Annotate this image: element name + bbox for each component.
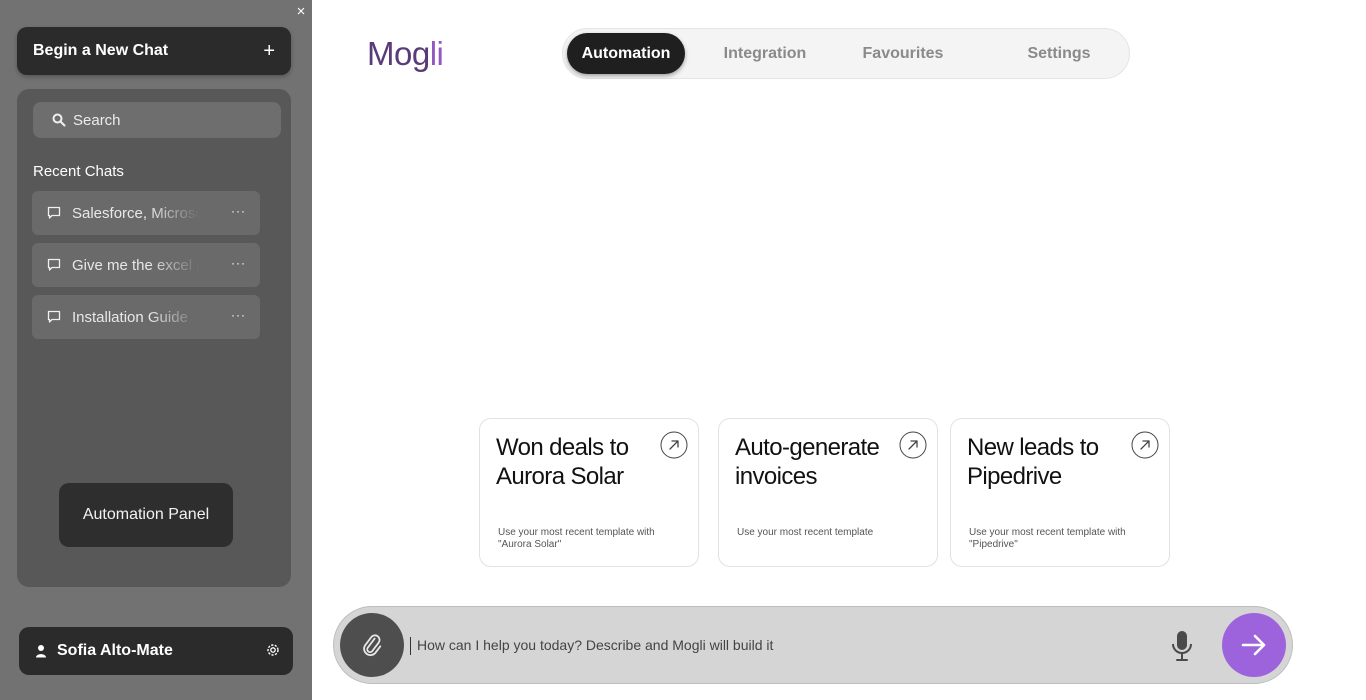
tab-automation[interactable]: Automation xyxy=(567,33,685,74)
automation-panel-button[interactable]: Automation Panel xyxy=(59,483,233,547)
recent-chat-label: Installation Guide xyxy=(72,308,188,326)
card-description: Use your most recent template xyxy=(737,527,874,538)
chat-bubble-icon xyxy=(47,206,61,219)
recent-chat-item[interactable]: Installation Guide ··· xyxy=(32,295,260,339)
suggestion-card[interactable]: New leads to Pipedrive Use your most rec… xyxy=(950,418,1170,567)
gear-icon[interactable] xyxy=(265,642,281,658)
card-description: Use your most recent template with "Pipe… xyxy=(969,527,1126,550)
new-chat-label: Begin a New Chat xyxy=(33,42,169,59)
more-dots-icon[interactable]: ··· xyxy=(231,256,246,270)
chat-panel: Search Recent Chats Salesforce, Microsof… xyxy=(17,89,291,587)
new-chat-button[interactable]: Begin a New Chat + xyxy=(17,27,291,75)
arrow-right-icon xyxy=(1241,634,1266,656)
tab-settings[interactable]: Settings xyxy=(999,33,1119,74)
close-icon[interactable]: × xyxy=(293,4,309,20)
recent-chats-heading: Recent Chats xyxy=(33,163,124,180)
sidebar: × Begin a New Chat + Search Recent Chats… xyxy=(0,0,312,700)
suggestion-card[interactable]: Won deals to Aurora Solar Use your most … xyxy=(479,418,699,567)
arrow-up-right-icon[interactable] xyxy=(1131,431,1159,459)
logo-accent-text: li xyxy=(429,35,444,72)
tab-integration[interactable]: Integration xyxy=(705,33,825,74)
top-nav: Automation Integration Favourites Settin… xyxy=(562,28,1130,79)
recent-chat-label: Salesforce, Microsoft Dynamics xyxy=(72,204,200,222)
card-title: Won deals to Aurora Solar xyxy=(496,434,629,490)
card-description: Use your most recent template with "Auro… xyxy=(498,527,655,550)
send-button[interactable] xyxy=(1222,613,1286,677)
tab-favourites[interactable]: Favourites xyxy=(843,33,963,74)
attach-button[interactable] xyxy=(340,613,404,677)
card-title: Auto-generate invoices xyxy=(735,434,880,490)
mogli-logo: Mogli xyxy=(367,35,444,73)
search-input[interactable]: Search xyxy=(33,102,281,138)
person-icon xyxy=(36,645,46,658)
recent-chat-item[interactable]: Salesforce, Microsoft Dynamics ··· xyxy=(32,191,260,235)
search-placeholder: Search xyxy=(73,111,121,129)
more-dots-icon[interactable]: ··· xyxy=(231,308,246,322)
recent-chat-item[interactable]: Give me the excel report ··· xyxy=(32,243,260,287)
card-title: New leads to Pipedrive xyxy=(967,434,1099,490)
chat-bubble-icon xyxy=(47,310,61,323)
text-cursor xyxy=(410,637,411,655)
composer-placeholder[interactable]: How can I help you today? Describe and M… xyxy=(417,637,773,653)
microphone-icon[interactable] xyxy=(1168,629,1196,663)
arrow-up-right-icon[interactable] xyxy=(660,431,688,459)
user-name: Sofia Alto-Mate xyxy=(57,642,173,659)
logo-text: Mog xyxy=(367,35,430,72)
chat-bubble-icon xyxy=(47,258,61,271)
suggestion-card[interactable]: Auto-generate invoices Use your most rec… xyxy=(718,418,938,567)
search-icon xyxy=(52,113,66,127)
user-profile[interactable]: Sofia Alto-Mate xyxy=(19,627,293,675)
chat-composer: How can I help you today? Describe and M… xyxy=(333,606,1293,684)
arrow-up-right-icon[interactable] xyxy=(899,431,927,459)
paperclip-icon xyxy=(363,634,382,656)
recent-chat-label: Give me the excel report xyxy=(72,256,200,274)
plus-icon: + xyxy=(263,39,275,62)
more-dots-icon[interactable]: ··· xyxy=(231,204,246,218)
